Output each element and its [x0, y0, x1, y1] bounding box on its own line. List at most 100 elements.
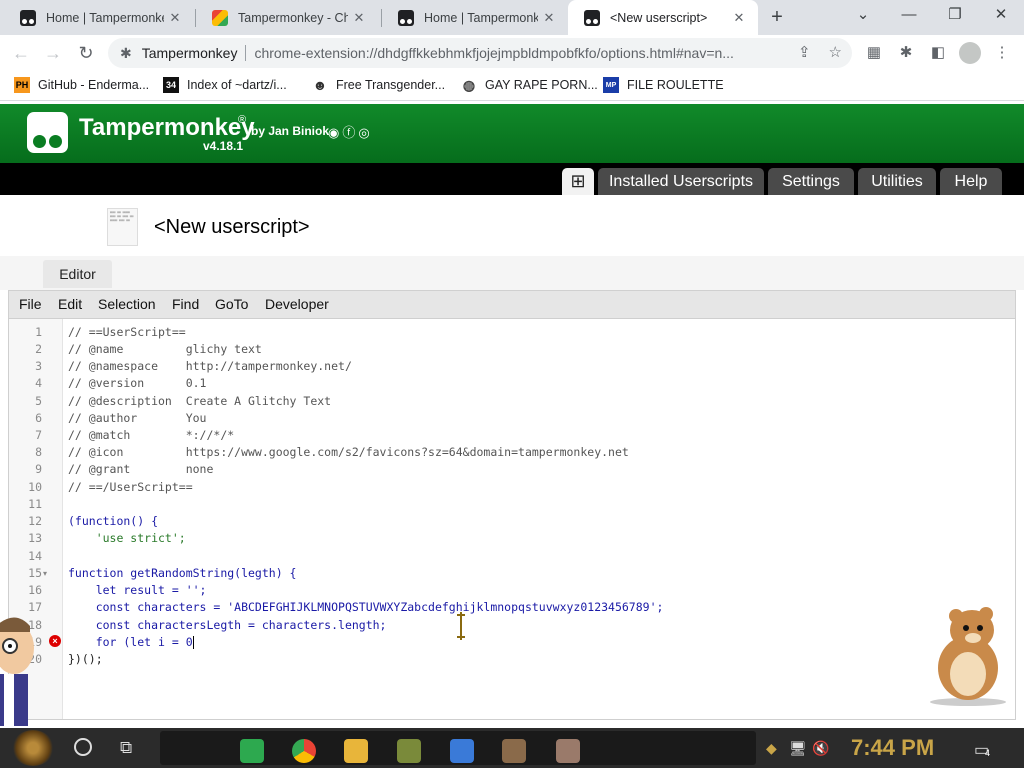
close-tab-icon[interactable]: ✕	[164, 10, 186, 26]
code-line: // @grant none	[68, 462, 214, 476]
text-cursor-icon	[457, 612, 465, 640]
line-number: 2	[35, 342, 42, 356]
tampermonkey-header: Tampermonkey ® by Jan Biniok ◉ⓕ◎ v4.18.1	[0, 104, 1024, 163]
nav-help[interactable]: Help	[940, 168, 1002, 195]
side-panel-icon[interactable]: ◧	[928, 43, 948, 63]
mask-icon: ☻	[312, 77, 328, 93]
chrome-app-icon[interactable]	[292, 739, 316, 763]
bookmark-item[interactable]: 34 Index of ~dartz/i...	[163, 77, 287, 93]
tab-editor[interactable]: Editor	[43, 260, 112, 288]
tab-search-button[interactable]: ⌄	[840, 0, 886, 32]
network-app-icon[interactable]	[450, 739, 474, 763]
game-app-icon[interactable]	[397, 739, 421, 763]
bookmark-star-icon[interactable]: ☆	[829, 43, 842, 61]
sheets-app-icon[interactable]	[240, 739, 264, 763]
code-line-active: for (let i = 0	[68, 635, 194, 649]
address-bar[interactable]: ✱ Tampermonkey chrome-extension://dhdgff…	[108, 38, 852, 68]
code-line: // ==UserScript==	[68, 325, 186, 339]
fold-arrow-icon[interactable]: ▾	[43, 569, 47, 578]
terminal-icon: 34	[163, 77, 179, 93]
github-icon[interactable]: ◉	[328, 125, 342, 140]
menu-file[interactable]: File	[19, 296, 42, 312]
bookmark-item[interactable]: ☻ Free Transgender...	[312, 77, 445, 93]
code-line: let result = '';	[68, 583, 207, 597]
browser-tab[interactable]: Tampermonkey - Chrome Web Store ✕	[196, 0, 378, 35]
nav-utilities[interactable]: Utilities	[858, 168, 936, 195]
tampermonkey-extension-icon[interactable]: ▦	[864, 43, 884, 63]
line-number: 15	[28, 566, 42, 580]
bookmark-label: GitHub - Enderma...	[38, 78, 150, 92]
line-number: 14	[28, 549, 42, 563]
bookmark-item[interactable]: PH GitHub - Enderma...	[14, 77, 149, 93]
bookmark-item[interactable]: ◍ GAY RAPE PORN...	[461, 77, 598, 93]
close-tab-icon[interactable]: ✕	[348, 10, 370, 26]
menu-find[interactable]: Find	[172, 296, 199, 312]
bookmark-label: Index of ~dartz/i...	[187, 78, 287, 92]
forward-button[interactable]: →	[40, 40, 66, 66]
back-button[interactable]: ←	[8, 40, 34, 66]
menu-goto[interactable]: GoTo	[215, 296, 248, 312]
minimize-button[interactable]: —	[886, 0, 932, 32]
close-tab-icon[interactable]: ✕	[538, 10, 560, 26]
tampermonkey-icon	[584, 9, 600, 26]
mp-icon: MP	[603, 77, 619, 93]
extension-puzzle-icon: ✱	[120, 44, 132, 61]
cortana-search-icon[interactable]	[74, 738, 92, 756]
browser-tab[interactable]: Home | Tampermonkey ✕	[382, 0, 568, 35]
restore-button[interactable]: ❐	[932, 0, 978, 32]
instagram-icon[interactable]: ◎	[358, 125, 372, 140]
code-line: // @name glichy text	[68, 342, 262, 356]
line-number: 11	[28, 497, 42, 511]
omnibox-url[interactable]: chrome-extension://dhdgffkkebhmkfjojejmp…	[254, 45, 782, 61]
registered-mark: ®	[238, 114, 247, 126]
tampermonkey-icon	[20, 9, 36, 26]
line-number: 4	[35, 376, 42, 390]
code-line: // ==/UserScript==	[68, 480, 193, 494]
omnibox-site-name: Tampermonkey	[141, 45, 238, 61]
share-icon[interactable]: ⇪	[798, 43, 811, 61]
code-line: // @version 0.1	[68, 376, 207, 390]
dancing-hamster-icon	[930, 607, 1006, 706]
facebook-icon[interactable]: ⓕ	[342, 125, 358, 140]
tray-expand-icon[interactable]: ◆	[766, 740, 777, 757]
tampermonkey-logo-icon	[27, 112, 68, 153]
chrome-menu-icon[interactable]: ⋮	[992, 43, 1012, 63]
browser-tab-active[interactable]: <New userscript> ✕	[568, 0, 758, 35]
nav-installed-userscripts[interactable]: Installed Userscripts	[598, 168, 764, 195]
new-tab-button[interactable]: +	[764, 4, 790, 30]
code-line: // @namespace http://tampermonkey.net/	[68, 359, 352, 373]
menu-developer[interactable]: Developer	[265, 296, 329, 312]
tab-title: Home | Tampermonkey	[424, 10, 538, 25]
menu-selection[interactable]: Selection	[98, 296, 156, 312]
code-editor[interactable]: 1 2 3 4 5 6 7 8 9 10 11 12 13 14 15 ▾ 16…	[8, 318, 1016, 720]
bookmark-label: FILE ROULETTE	[627, 78, 724, 92]
line-number: 1	[35, 325, 42, 339]
line-number: 10	[28, 480, 42, 494]
new-script-button[interactable]: ⊞	[562, 168, 594, 195]
line-number: 8	[35, 445, 42, 459]
code-line: (function() {	[68, 514, 159, 528]
nav-settings[interactable]: Settings	[768, 168, 854, 195]
task-view-icon[interactable]: ⧉	[120, 738, 132, 758]
reload-button[interactable]: ↻	[73, 40, 99, 66]
tampermonkey-nav: ⊞ Installed Userscripts Settings Utiliti…	[0, 163, 1024, 195]
close-window-button[interactable]: ✕	[978, 0, 1024, 32]
browser-tab[interactable]: Home | Tampermonkey ✕	[4, 0, 194, 35]
person-app-icon[interactable]	[556, 739, 580, 763]
network-tray-icon[interactable]: 🖥	[789, 740, 807, 757]
bookmark-item[interactable]: MP FILE ROULETTE	[603, 77, 724, 93]
line-number: 5	[35, 394, 42, 408]
menu-edit[interactable]: Edit	[58, 296, 82, 312]
close-tab-icon[interactable]: ✕	[728, 10, 750, 26]
start-button[interactable]	[12, 730, 54, 766]
line-number: 16	[28, 583, 42, 597]
error-marker-icon[interactable]: ×	[49, 635, 61, 647]
script-title: <New userscript>	[154, 216, 310, 238]
taskbar-clock[interactable]: 7:44 PM	[851, 735, 934, 761]
file-explorer-icon[interactable]	[344, 739, 368, 763]
profile-avatar[interactable]	[959, 42, 981, 64]
editor-menu-bar: File Edit Selection Find GoTo Developer	[8, 290, 1016, 318]
volume-muted-icon[interactable]: 🔇	[812, 740, 829, 757]
character-app-icon[interactable]	[502, 739, 526, 763]
extensions-puzzle-icon[interactable]: ✱	[896, 43, 916, 63]
